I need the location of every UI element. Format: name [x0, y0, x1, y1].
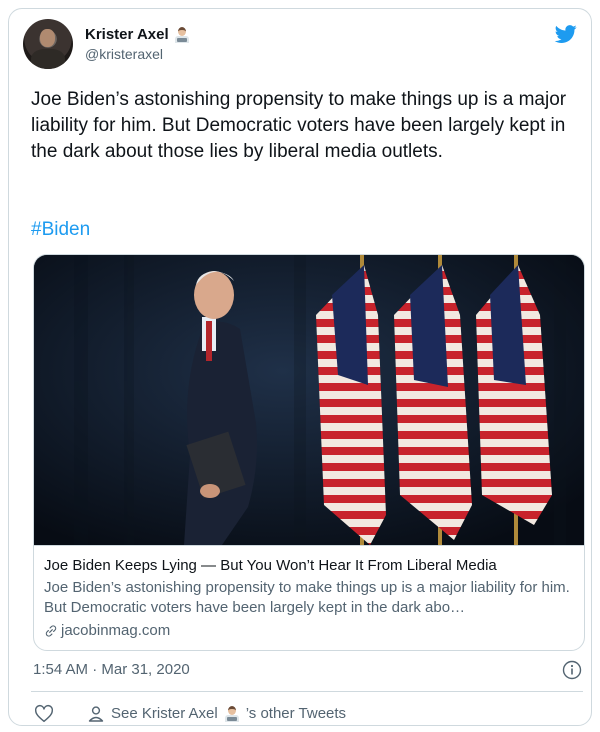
- see-other-tweets-link[interactable]: See Krister Axel ’s other Tweets: [87, 702, 346, 726]
- info-icon[interactable]: [562, 660, 582, 680]
- tweet-header: Krister Axel @kristeraxel: [23, 19, 579, 71]
- embedded-tweet-card: Krister Axel @kristeraxel Joe Biden’s as…: [8, 8, 592, 726]
- technologist-emoji-icon: [174, 27, 190, 43]
- person-icon: [88, 706, 104, 722]
- author-display-name[interactable]: Krister Axel: [85, 25, 190, 45]
- technologist-emoji-icon: [224, 706, 240, 722]
- link-domain-text[interactable]: jacobinmag.com: [61, 621, 170, 641]
- author-name-text[interactable]: Krister Axel: [85, 25, 169, 45]
- footer-divider: [31, 691, 583, 692]
- avatar[interactable]: [23, 19, 73, 69]
- twitter-bird-icon[interactable]: [553, 23, 579, 45]
- link-preview-body[interactable]: Joe Biden Keeps Lying — But You Won’t He…: [34, 545, 584, 650]
- tweet-timestamp[interactable]: 1:54 AM · Mar 31, 2020: [33, 660, 190, 680]
- tweet-text: Joe Biden’s astonishing propensity to ma…: [31, 89, 567, 162]
- hashtag-link[interactable]: #Biden: [31, 217, 90, 243]
- author-block[interactable]: Krister Axel @kristeraxel: [85, 25, 190, 63]
- link-title[interactable]: Joe Biden Keeps Lying — But You Won’t He…: [44, 556, 497, 576]
- link-preview-card[interactable]: Joe Biden Keeps Lying — But You Won’t He…: [33, 254, 585, 651]
- heart-icon[interactable]: [33, 703, 55, 725]
- tweet-actions: See Krister Axel ’s other Tweets: [33, 702, 583, 726]
- link-icon: [45, 625, 57, 637]
- see-prefix-text[interactable]: See Krister Axel: [111, 702, 218, 726]
- link-description: Joe Biden’s astonishing propensity to ma…: [44, 579, 570, 616]
- link-domain[interactable]: jacobinmag.com: [44, 621, 170, 641]
- author-handle[interactable]: @kristeraxel: [85, 45, 190, 63]
- link-preview-image[interactable]: [34, 255, 585, 545]
- see-suffix-text[interactable]: ’s other Tweets: [246, 702, 346, 726]
